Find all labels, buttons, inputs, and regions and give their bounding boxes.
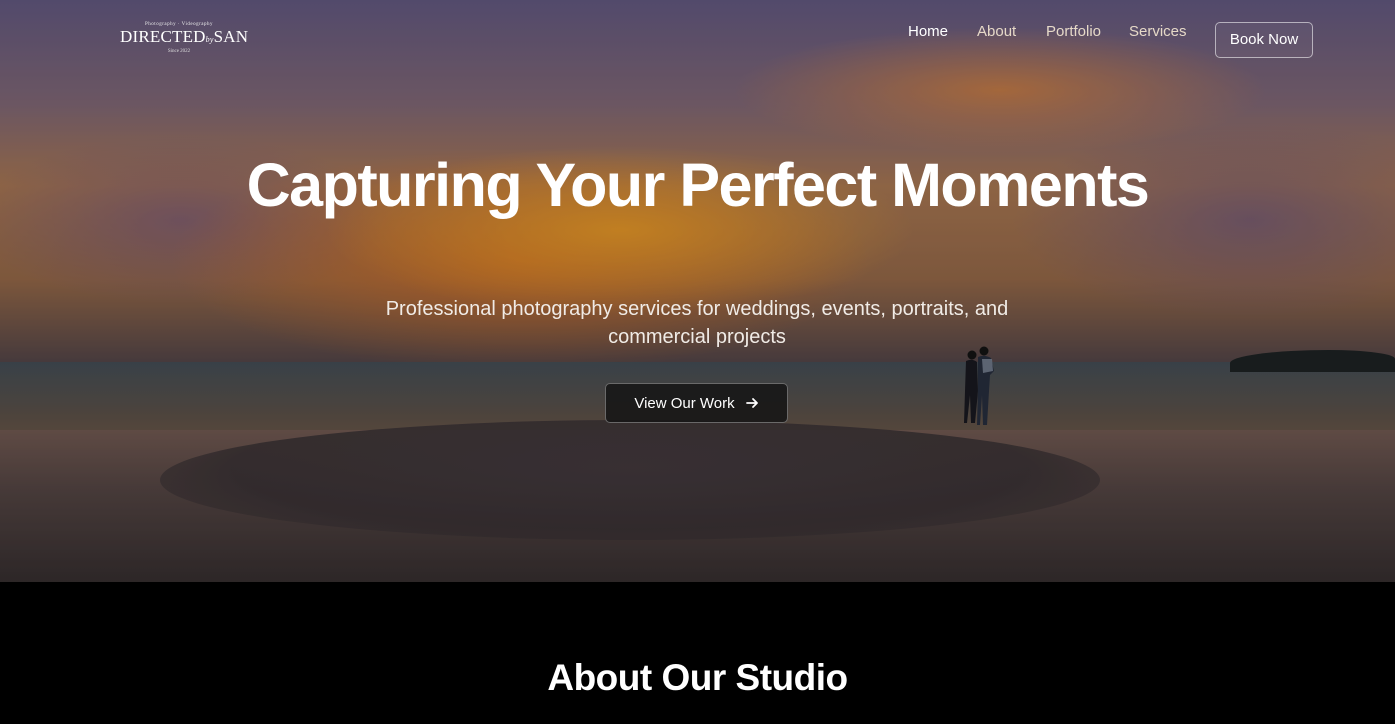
nav-link-home[interactable]: Home: [908, 23, 948, 40]
arrow-right-icon: [745, 398, 758, 408]
brand-since: Since 2022: [167, 49, 191, 54]
brand-logo[interactable]: Photography · Videography DIRECTEDbySAN …: [120, 22, 248, 54]
brand-name-joiner: by: [205, 35, 214, 44]
brand-name-left: DIRECTED: [120, 27, 206, 46]
hero-subtitle: Professional photography services for we…: [385, 298, 1009, 348]
nav-link-portfolio[interactable]: Portfolio: [1046, 23, 1101, 40]
nav-link-about[interactable]: About: [977, 23, 1016, 40]
top-navigation: Photography · Videography DIRECTEDbySAN …: [0, 0, 1395, 80]
view-our-work-button[interactable]: View Our Work: [605, 383, 788, 423]
brand-name: DIRECTEDbySAN: [120, 27, 248, 49]
brand-name-right: SAN: [213, 27, 249, 46]
nav-link-services[interactable]: Services: [1129, 23, 1187, 40]
hero-overlay: [0, 0, 1395, 582]
view-our-work-label: View Our Work: [634, 394, 735, 412]
hero-title: Capturing Your Perfect Moments: [246, 151, 1150, 219]
hero-section: [0, 0, 1395, 582]
about-section-title: About Our Studio: [547, 657, 848, 698]
book-now-button[interactable]: Book Now: [1215, 22, 1313, 58]
